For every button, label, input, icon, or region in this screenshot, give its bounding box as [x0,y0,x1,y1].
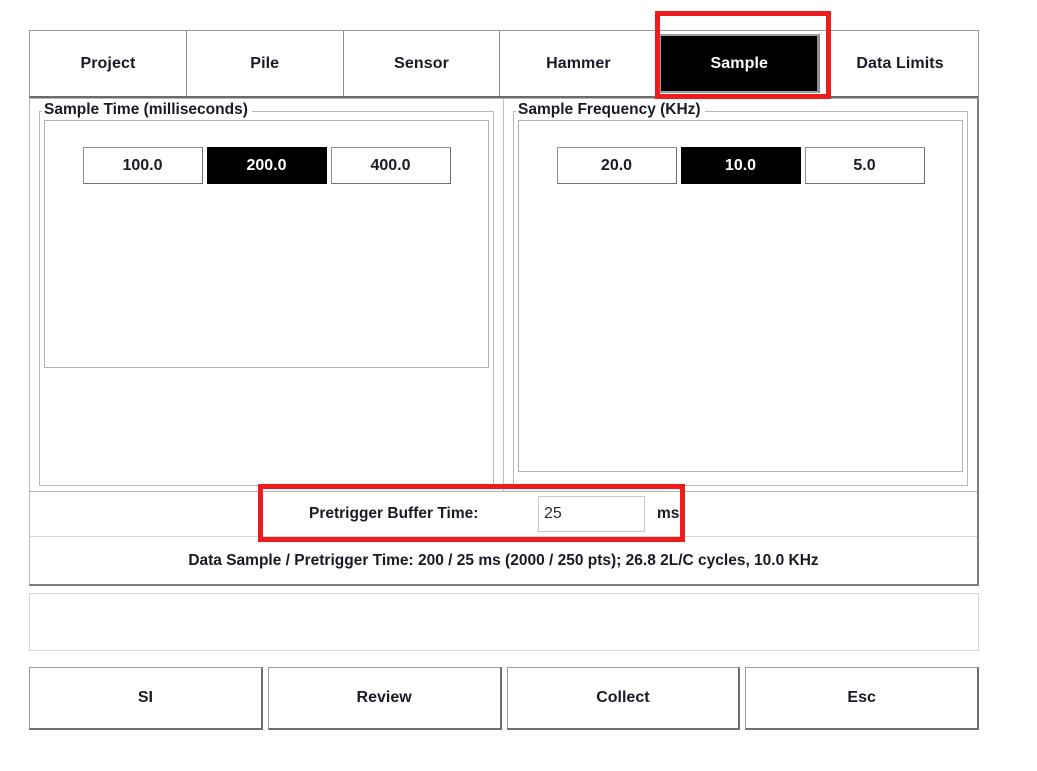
action-button-row: SI Review Collect Esc [29,667,979,730]
button-label: Review [357,689,412,707]
sample-frequency-option-10[interactable]: 10.0 [681,147,801,184]
tab-data-limits[interactable]: Data Limits [822,31,978,96]
pretrigger-buffer-time-input[interactable] [538,496,645,532]
tab-label: Pile [250,55,279,73]
option-label: 20.0 [601,157,632,175]
sample-tab-panel: Sample Time (milliseconds) 100.0 200.0 4… [29,98,979,586]
tab-hammer[interactable]: Hammer [500,31,657,96]
option-label: 200.0 [246,157,286,175]
pretrigger-buffer-time-label: Pretrigger Buffer Time: [309,505,478,523]
status-message-box [29,593,979,651]
tab-sample[interactable]: Sample [659,34,820,93]
sample-frequency-group: Sample Frequency (KHz) 20.0 10.0 5.0 [504,99,977,491]
tab-project[interactable]: Project [30,31,187,96]
option-label: 100.0 [122,157,162,175]
button-label: SI [138,689,153,707]
sample-time-group: Sample Time (milliseconds) 100.0 200.0 4… [30,99,504,491]
sample-time-option-400[interactable]: 400.0 [331,147,451,184]
sample-time-option-200[interactable]: 200.0 [207,147,327,184]
sample-time-legend: Sample Time (milliseconds) [42,101,252,119]
settings-groups-row: Sample Time (milliseconds) 100.0 200.0 4… [30,99,977,492]
sample-time-option-100[interactable]: 100.0 [83,147,203,184]
sample-frequency-option-20[interactable]: 20.0 [557,147,677,184]
tab-bar: Project Pile Sensor Hammer Sample Data L… [29,30,979,98]
tab-label: Project [80,55,135,73]
pretrigger-buffer-time-unit: ms [657,505,679,523]
tab-sensor[interactable]: Sensor [344,31,501,96]
tab-label: Sample [710,55,768,73]
option-label: 10.0 [725,157,756,175]
si-button[interactable]: SI [29,667,263,730]
sample-time-options: 100.0 200.0 400.0 [30,147,503,184]
button-label: Collect [596,689,649,707]
tab-pile[interactable]: Pile [187,31,344,96]
tab-label: Sensor [394,55,449,73]
tab-label: Hammer [546,55,611,73]
data-sample-summary: Data Sample / Pretrigger Time: 200 / 25 … [30,537,977,584]
collect-button[interactable]: Collect [507,667,741,730]
sample-settings-dialog: Project Pile Sensor Hammer Sample Data L… [29,30,979,730]
sample-frequency-options: 20.0 10.0 5.0 [504,147,977,184]
pretrigger-buffer-time-row: Pretrigger Buffer Time: ms [30,492,977,537]
option-label: 400.0 [370,157,410,175]
sample-frequency-option-5[interactable]: 5.0 [805,147,925,184]
button-label: Esc [847,689,875,707]
option-label: 5.0 [853,157,875,175]
sample-frequency-legend: Sample Frequency (KHz) [516,101,705,119]
esc-button[interactable]: Esc [745,667,979,730]
tab-label: Data Limits [856,55,943,73]
review-button[interactable]: Review [268,667,502,730]
